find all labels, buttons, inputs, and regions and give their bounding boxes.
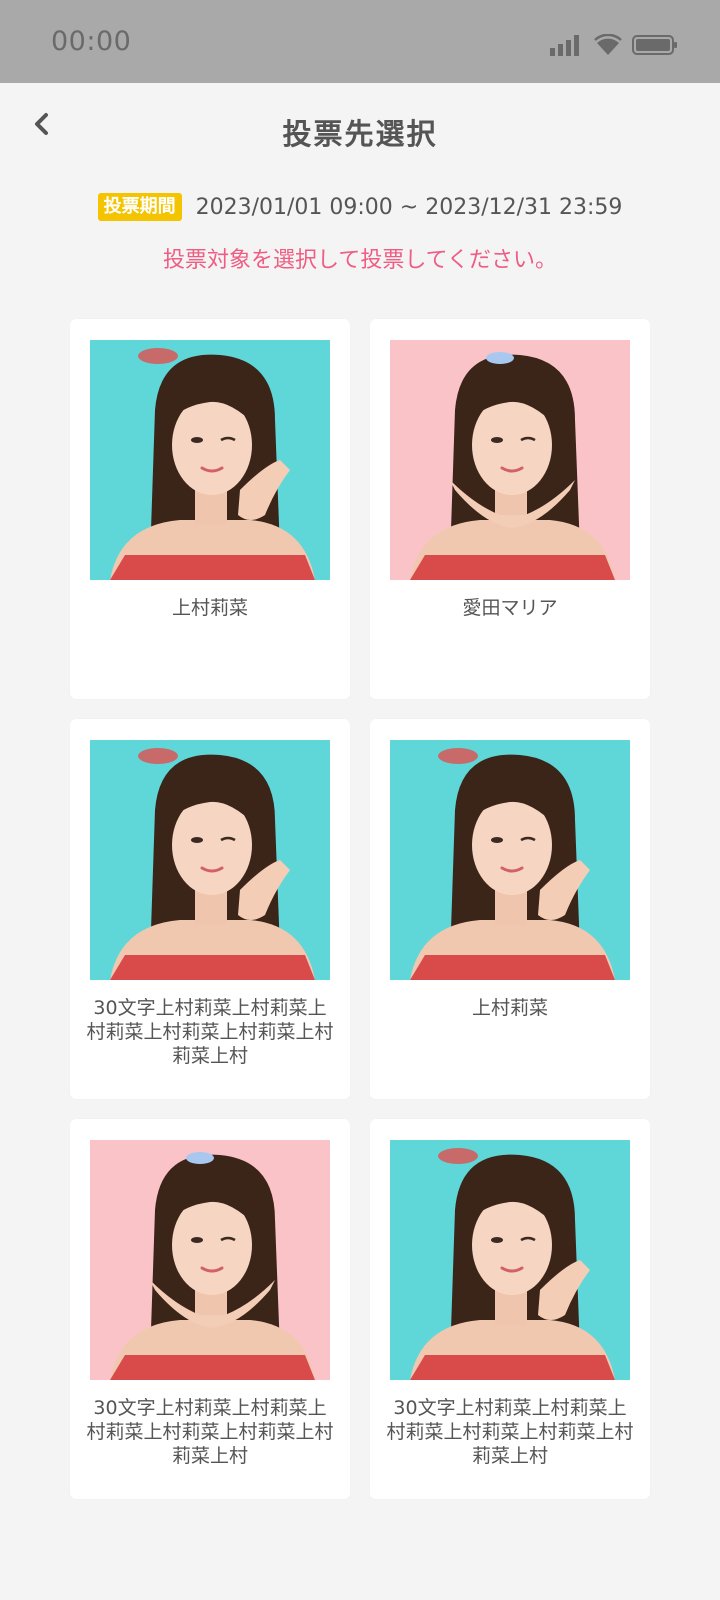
candidate-photo	[90, 740, 330, 980]
candidate-card[interactable]: 30文字上村莉菜上村莉菜上村莉菜上村莉菜上村莉菜上村莉菜上村	[70, 1119, 350, 1499]
period-badge: 投票期間	[97, 193, 182, 221]
candidate-photo	[390, 1140, 630, 1380]
portrait-image	[390, 340, 630, 580]
header: 投票先選択	[0, 83, 720, 183]
candidate-photo	[390, 340, 630, 580]
status-icons	[550, 30, 678, 56]
candidate-photo	[90, 1140, 330, 1380]
battery-icon	[632, 35, 677, 55]
candidate-name: 愛田マリア	[462, 597, 558, 619]
portrait-image	[90, 740, 330, 980]
wifi-icon	[594, 34, 622, 55]
candidate-card[interactable]: 上村莉菜	[370, 719, 650, 1099]
candidate-card[interactable]: 30文字上村莉菜上村莉菜上村莉菜上村莉菜上村莉菜上村莉菜上村	[370, 1119, 650, 1499]
period-range: 2023/01/01 09:00 ~ 2023/12/31 23:59	[195, 194, 623, 220]
portrait-image	[90, 340, 330, 580]
candidate-name: 30文字上村莉菜上村莉菜上村莉菜上村莉菜上村莉菜上村莉菜上村	[386, 1397, 634, 1467]
status-time: 00:00	[51, 26, 132, 57]
candidate-photo	[90, 340, 330, 580]
signal-icon	[550, 35, 579, 56]
candidate-card[interactable]: 上村莉菜	[70, 319, 350, 699]
candidate-card[interactable]: 30文字上村莉菜上村莉菜上村莉菜上村莉菜上村莉菜上村莉菜上村	[70, 719, 350, 1099]
page-title: 投票先選択	[282, 117, 438, 151]
portrait-image	[390, 740, 630, 980]
candidate-photo	[390, 740, 630, 980]
candidate-grid: 上村莉菜 愛田マリア 30文字上村莉菜上村莉菜上村莉菜上村莉菜上村莉菜上村莉菜上…	[70, 319, 650, 1499]
portrait-image	[90, 1140, 330, 1380]
candidate-card[interactable]: 愛田マリア	[370, 319, 650, 699]
instruction-text: 投票対象を選択して投票してください。	[162, 248, 558, 273]
candidate-name: 30文字上村莉菜上村莉菜上村莉菜上村莉菜上村莉菜上村莉菜上村	[86, 1397, 334, 1467]
voting-period: 投票期間 2023/01/01 09:00 ~ 2023/12/31 23:59	[0, 193, 720, 221]
status-bar: 00:00	[0, 0, 720, 83]
portrait-image	[390, 1140, 630, 1380]
candidate-name: 30文字上村莉菜上村莉菜上村莉菜上村莉菜上村莉菜上村莉菜上村	[86, 997, 334, 1067]
candidate-name: 上村莉菜	[471, 997, 548, 1019]
candidate-name: 上村莉菜	[171, 597, 248, 619]
